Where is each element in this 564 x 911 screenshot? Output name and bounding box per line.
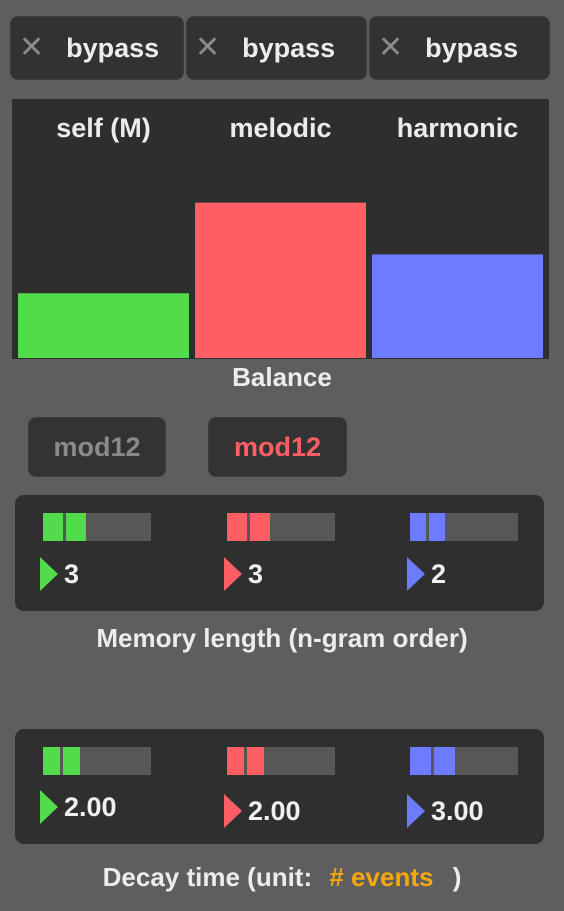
- triangle-right-icon: [224, 794, 242, 828]
- triangle-right-icon: [40, 557, 58, 591]
- meter-fill: [410, 513, 427, 541]
- decay-caption: Decay time (unit: # events ): [0, 862, 564, 893]
- meter-fill: [227, 747, 245, 775]
- memory-meter-melodic[interactable]: [227, 513, 335, 541]
- decay-unit-menu[interactable]: # events: [329, 862, 433, 892]
- decay-time-panel: 2.00 2.00 3.00: [15, 729, 544, 844]
- decay-caption-suffix: ): [452, 862, 462, 892]
- bypass-label: bypass: [242, 32, 336, 63]
- decay-meter-melodic[interactable]: [227, 747, 335, 775]
- decay-meter-harmonic[interactable]: [410, 747, 518, 775]
- mod12-button-self[interactable]: mod12: [28, 417, 166, 477]
- balance-caption: Balance: [232, 362, 332, 392]
- meter-fill: [410, 747, 432, 775]
- bypass-button-melodic[interactable]: ✕ bypass: [186, 16, 367, 80]
- triangle-right-icon: [40, 790, 58, 824]
- decay-number-melodic[interactable]: 2.00: [224, 792, 301, 830]
- memory-value-melodic: 3: [248, 558, 264, 589]
- memory-meter-harmonic[interactable]: [410, 513, 518, 541]
- meter-fill: [434, 747, 456, 775]
- category-label-harmonic: harmonic: [397, 113, 519, 143]
- decay-caption-prefix: Decay time (unit:: [102, 862, 313, 892]
- memory-number-harmonic[interactable]: 2: [407, 555, 446, 593]
- category-label-self: self (M): [56, 113, 151, 143]
- decay-value-melodic: 2.00: [248, 795, 301, 826]
- close-icon: ✕: [378, 31, 404, 64]
- meter-fill: [43, 747, 61, 775]
- triangle-right-icon: [407, 557, 425, 591]
- meter-fill: [429, 513, 445, 541]
- memory-value-harmonic: 2: [431, 558, 447, 589]
- close-icon: ✕: [195, 31, 221, 64]
- memory-value-self: 3: [64, 558, 80, 589]
- triangle-right-icon: [407, 794, 425, 828]
- meter-fill: [63, 747, 80, 775]
- decay-meter-self[interactable]: [43, 747, 151, 775]
- decay-number-self[interactable]: 2.00: [40, 788, 117, 826]
- decay-number-harmonic[interactable]: 3.00: [407, 792, 484, 830]
- meter-fill: [227, 513, 248, 541]
- triangle-right-icon: [224, 557, 242, 591]
- bar-self[interactable]: [18, 293, 189, 358]
- close-icon: ✕: [19, 31, 45, 64]
- bypass-label: bypass: [66, 32, 160, 63]
- memory-number-self[interactable]: 3: [40, 555, 79, 593]
- memory-length-panel: 3 3 2: [15, 495, 544, 611]
- mod12-button-melodic[interactable]: mod12: [208, 417, 347, 477]
- meter-fill: [43, 513, 64, 541]
- decay-value-self: 2.00: [64, 791, 117, 822]
- bypass-label: bypass: [425, 32, 519, 63]
- memory-meter-self[interactable]: [43, 513, 151, 541]
- balance-chart[interactable]: self (M) melodic harmonic: [12, 99, 549, 359]
- bar-melodic[interactable]: [195, 202, 366, 358]
- memory-number-melodic[interactable]: 3: [224, 555, 263, 593]
- category-label-melodic: melodic: [229, 113, 331, 143]
- meter-fill: [247, 747, 264, 775]
- meter-fill: [250, 513, 271, 541]
- memory-caption: Memory length (n-gram order): [96, 623, 468, 653]
- bar-harmonic[interactable]: [372, 254, 543, 358]
- bypass-button-harmonic[interactable]: ✕ bypass: [369, 16, 550, 80]
- meter-fill: [66, 513, 87, 541]
- bypass-button-self[interactable]: ✕ bypass: [10, 16, 184, 80]
- decay-value-harmonic: 3.00: [431, 795, 484, 826]
